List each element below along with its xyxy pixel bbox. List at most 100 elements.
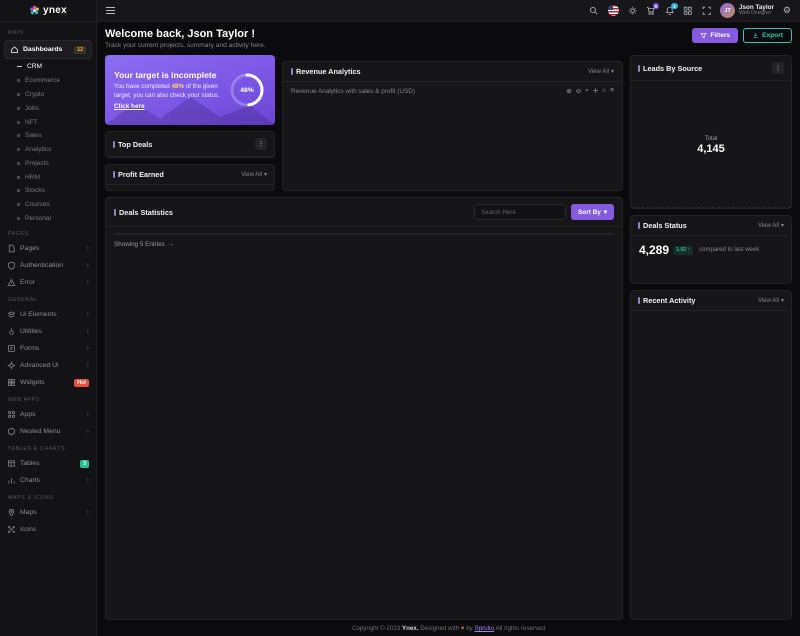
brand-name: ynex bbox=[43, 5, 67, 16]
showing-entries: Showing 5 Entries bbox=[114, 241, 165, 248]
selection-zoom-icon[interactable]: ⌕ bbox=[585, 87, 589, 95]
top-deals-title: Top Deals bbox=[118, 140, 152, 149]
warning-icon bbox=[7, 278, 16, 287]
deals-status-title: Deals Status bbox=[643, 221, 687, 230]
sort-by-button[interactable]: Sort By▾ bbox=[571, 204, 614, 220]
sidebar-item-personal[interactable]: Personal bbox=[0, 212, 96, 226]
apps-grid-icon[interactable] bbox=[683, 6, 693, 16]
deals-status-note: compared to last week bbox=[699, 247, 759, 253]
chart-menu-icon[interactable]: ≡ bbox=[610, 87, 614, 95]
accent-bar bbox=[291, 68, 293, 75]
page-subtitle: Track your current projects, summary and… bbox=[105, 42, 266, 49]
profit-earned-title: Profit Earned bbox=[118, 170, 164, 179]
sidebar-item-tables[interactable]: Tables3 bbox=[0, 455, 96, 472]
fullscreen-icon[interactable] bbox=[702, 6, 712, 16]
apps-icon bbox=[7, 410, 16, 419]
deals-status-card: Deals Status View All▾ 4,289 1.02 ↑ comp… bbox=[630, 215, 792, 284]
chevron-right-icon: › bbox=[87, 279, 89, 286]
table-icon bbox=[7, 459, 16, 468]
pan-icon[interactable]: ✛ bbox=[593, 87, 598, 95]
deals-status-view-all-dropdown[interactable]: View All▾ bbox=[758, 222, 784, 229]
sidebar-item-sales[interactable]: Sales bbox=[0, 129, 96, 143]
sidebar-item-ui-elements[interactable]: Ui Elements› bbox=[0, 306, 96, 323]
chevron-right-icon: › bbox=[87, 262, 89, 269]
profit-view-all-dropdown[interactable]: View All▾ bbox=[241, 171, 267, 178]
more-options-icon[interactable]: ⋮ bbox=[772, 62, 784, 74]
shield-icon bbox=[7, 261, 16, 270]
sidebar-item-pages[interactable]: Pages› bbox=[0, 240, 96, 257]
filters-button[interactable]: Filters bbox=[692, 28, 738, 43]
recent-activity-card: Recent Activity View All▾ bbox=[630, 290, 792, 620]
revenue-subtitle: Revenue Analytics with sales & profit (U… bbox=[291, 88, 415, 95]
sidebar-item-ecommerce[interactable]: Ecommerce bbox=[0, 74, 96, 88]
deals-status-badge: 1.02 ↑ bbox=[673, 246, 693, 255]
top-deals-card: Top Deals ⋮ bbox=[105, 131, 275, 158]
nested-icon bbox=[7, 427, 16, 436]
sidebar-badge: Hot bbox=[74, 379, 89, 387]
home-icon bbox=[10, 45, 19, 54]
brand-logo[interactable]: ynex bbox=[0, 0, 96, 22]
sidebar-item-crm[interactable]: CRM bbox=[0, 60, 96, 74]
app: ynex MAINDashboards12CRMEcommerceCryptoJ… bbox=[0, 0, 800, 636]
sidebar-item-courses[interactable]: Courses bbox=[0, 198, 96, 212]
bullet-icon bbox=[17, 176, 20, 179]
notifications-badge: 3 bbox=[671, 3, 678, 10]
icons-icon bbox=[7, 525, 16, 534]
chart-icon bbox=[7, 476, 16, 485]
sidebar-item-authentication[interactable]: Authentication› bbox=[0, 257, 96, 274]
language-flag[interactable] bbox=[608, 5, 619, 16]
sidebar-item-advanced-ui[interactable]: Advanced Ui› bbox=[0, 357, 96, 374]
sidebar-item-projects[interactable]: Projects bbox=[0, 156, 96, 170]
sidebar-item-crypto[interactable]: Crypto bbox=[0, 88, 96, 102]
sidebar-item-error[interactable]: Error› bbox=[0, 274, 96, 291]
sidebar-item-jobs[interactable]: Jobs bbox=[0, 101, 96, 115]
sidebar-item-nested-menu[interactable]: Nested Menu› bbox=[0, 423, 96, 440]
click-here-link[interactable]: Click here bbox=[114, 103, 145, 110]
search-icon[interactable] bbox=[589, 6, 599, 16]
settings-gear-icon[interactable]: ⚙ bbox=[783, 5, 791, 16]
chevron-right-icon: › bbox=[87, 245, 89, 252]
export-button[interactable]: Export bbox=[743, 28, 792, 43]
sidebar-item-maps[interactable]: Maps› bbox=[0, 504, 96, 521]
sidebar-item-dashboards[interactable]: Dashboards12 bbox=[4, 40, 92, 59]
sidebar-item-widgets[interactable]: WidgetsHot bbox=[0, 374, 96, 391]
user-menu[interactable]: JT Json TaylorWeb Designer bbox=[720, 3, 774, 18]
sidebar-item-stocks[interactable]: Stocks bbox=[0, 184, 96, 198]
notifications-icon[interactable]: 3 bbox=[665, 6, 675, 16]
target-card: Your target is incomplete You have compl… bbox=[105, 55, 275, 125]
copyright: Copyright © 2023 Ynex. Designed with ♥ b… bbox=[105, 620, 792, 636]
reset-home-icon[interactable]: ⌂ bbox=[602, 87, 606, 95]
activity-view-all-dropdown[interactable]: View All▾ bbox=[758, 297, 784, 304]
deals-status-value: 4,289 bbox=[639, 243, 669, 257]
user-avatar: JT bbox=[720, 3, 735, 18]
sidebar-item-hrm[interactable]: HRM bbox=[0, 170, 96, 184]
page-title: Welcome back, Json Taylor ! bbox=[105, 28, 266, 40]
zoom-in-icon[interactable]: ⊕ bbox=[566, 87, 571, 95]
more-options-icon[interactable]: ⋮ bbox=[255, 138, 267, 150]
leads-donut-chart: Total 4,145 bbox=[655, 89, 767, 201]
footer-source-link[interactable]: Spruko bbox=[475, 625, 495, 632]
heart-icon: ♥ bbox=[461, 625, 465, 632]
sidebar-item-utilities[interactable]: Utilities› bbox=[0, 323, 96, 340]
sidebar-section-label: MAPS & ICONS bbox=[0, 489, 96, 504]
filter-icon bbox=[700, 32, 707, 39]
cart-icon[interactable]: 5 bbox=[646, 6, 656, 16]
sidebar-item-icons[interactable]: Icons bbox=[0, 521, 96, 538]
zoom-out-icon[interactable]: ⊖ bbox=[576, 87, 581, 95]
arrow-right-icon: → bbox=[168, 241, 174, 248]
theme-toggle-icon[interactable] bbox=[628, 6, 638, 16]
sidebar-item-apps[interactable]: Apps› bbox=[0, 406, 96, 423]
accent-bar bbox=[113, 141, 115, 148]
sidebar-item-analytics[interactable]: Analytics bbox=[0, 143, 96, 157]
sidebar-item-nft[interactable]: NFT bbox=[0, 115, 96, 129]
tools-icon bbox=[7, 327, 16, 336]
menu-toggle-icon[interactable] bbox=[106, 7, 115, 14]
chevron-right-icon: › bbox=[87, 477, 89, 484]
footer-brand: Ynex. bbox=[402, 625, 419, 632]
revenue-view-all-dropdown[interactable]: View All▾ bbox=[588, 68, 614, 75]
table-search-input[interactable] bbox=[474, 204, 566, 220]
sidebar-item-charts[interactable]: Charts› bbox=[0, 472, 96, 489]
user-role: Web Designer bbox=[739, 11, 774, 17]
bullet-icon bbox=[17, 93, 20, 96]
sidebar-item-forms[interactable]: Forms› bbox=[0, 340, 96, 357]
